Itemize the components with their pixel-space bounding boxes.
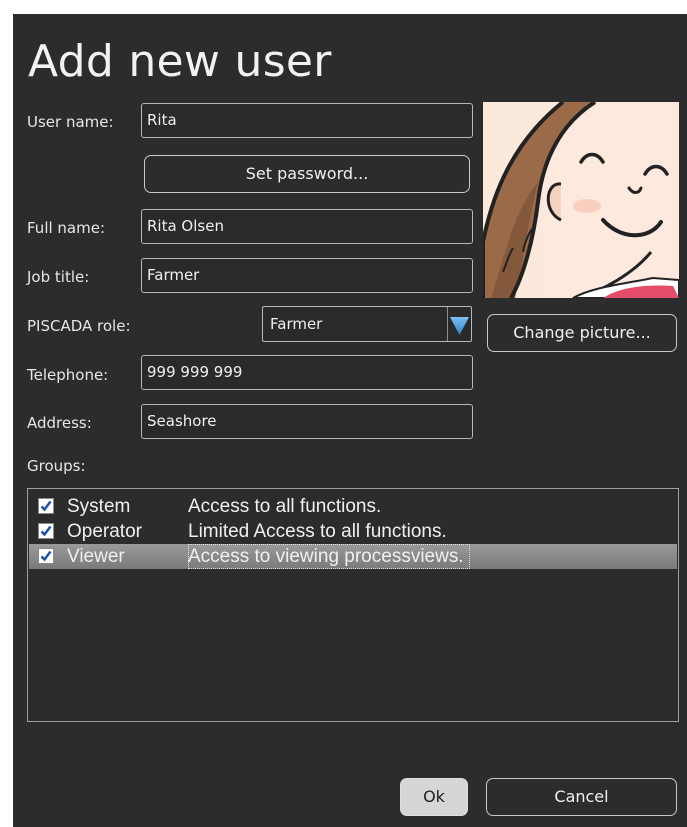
checkmark-icon	[40, 550, 52, 562]
group-name: Viewer	[67, 546, 125, 567]
groups-list[interactable]: System Access to all functions. Operator…	[27, 488, 679, 722]
list-item[interactable]: Operator Limited Access to all functions…	[29, 519, 677, 544]
cartoon-portrait-icon	[483, 102, 679, 298]
group-name: Operator	[67, 521, 142, 542]
groups-label: Groups:	[27, 457, 86, 475]
checkmark-icon	[40, 500, 52, 512]
combo-arrow-button[interactable]	[447, 307, 471, 341]
user-name-input[interactable]: Rita	[141, 103, 473, 138]
change-picture-button[interactable]: Change picture...	[487, 314, 677, 352]
group-checkbox[interactable]	[38, 498, 54, 514]
group-description: Access to viewing processviews.	[188, 544, 470, 569]
job-title-input[interactable]: Farmer	[141, 258, 473, 293]
role-label: PISCADA role:	[27, 317, 131, 335]
address-input[interactable]: Seashore	[141, 404, 473, 439]
dialog-title: Add new user	[28, 36, 332, 87]
cancel-button[interactable]: Cancel	[486, 778, 677, 816]
set-password-button[interactable]: Set password...	[144, 155, 470, 193]
list-item-selected[interactable]: Viewer Access to viewing processviews.	[29, 544, 677, 569]
group-checkbox[interactable]	[38, 548, 54, 564]
user-name-label: User name:	[27, 113, 114, 131]
checkmark-icon	[40, 525, 52, 537]
group-description: Limited Access to all functions.	[188, 521, 447, 542]
telephone-input[interactable]: 999 999 999	[141, 355, 473, 390]
group-checkbox[interactable]	[38, 523, 54, 539]
address-label: Address:	[27, 414, 92, 432]
group-name: System	[67, 496, 131, 517]
full-name-input[interactable]: Rita Olsen	[141, 209, 473, 244]
job-title-label: Job title:	[27, 268, 90, 286]
group-description: Access to all functions.	[188, 496, 382, 517]
role-combobox[interactable]: Farmer	[262, 306, 472, 342]
role-selected-value: Farmer	[270, 315, 323, 333]
user-picture	[483, 102, 679, 298]
list-item[interactable]: System Access to all functions.	[29, 494, 677, 519]
triangle-down-icon	[450, 317, 469, 335]
full-name-label: Full name:	[27, 219, 106, 237]
ok-button[interactable]: Ok	[400, 778, 468, 816]
add-user-dialog: Add new user User name: Rita Set passwor…	[13, 14, 687, 827]
telephone-label: Telephone:	[27, 366, 109, 384]
